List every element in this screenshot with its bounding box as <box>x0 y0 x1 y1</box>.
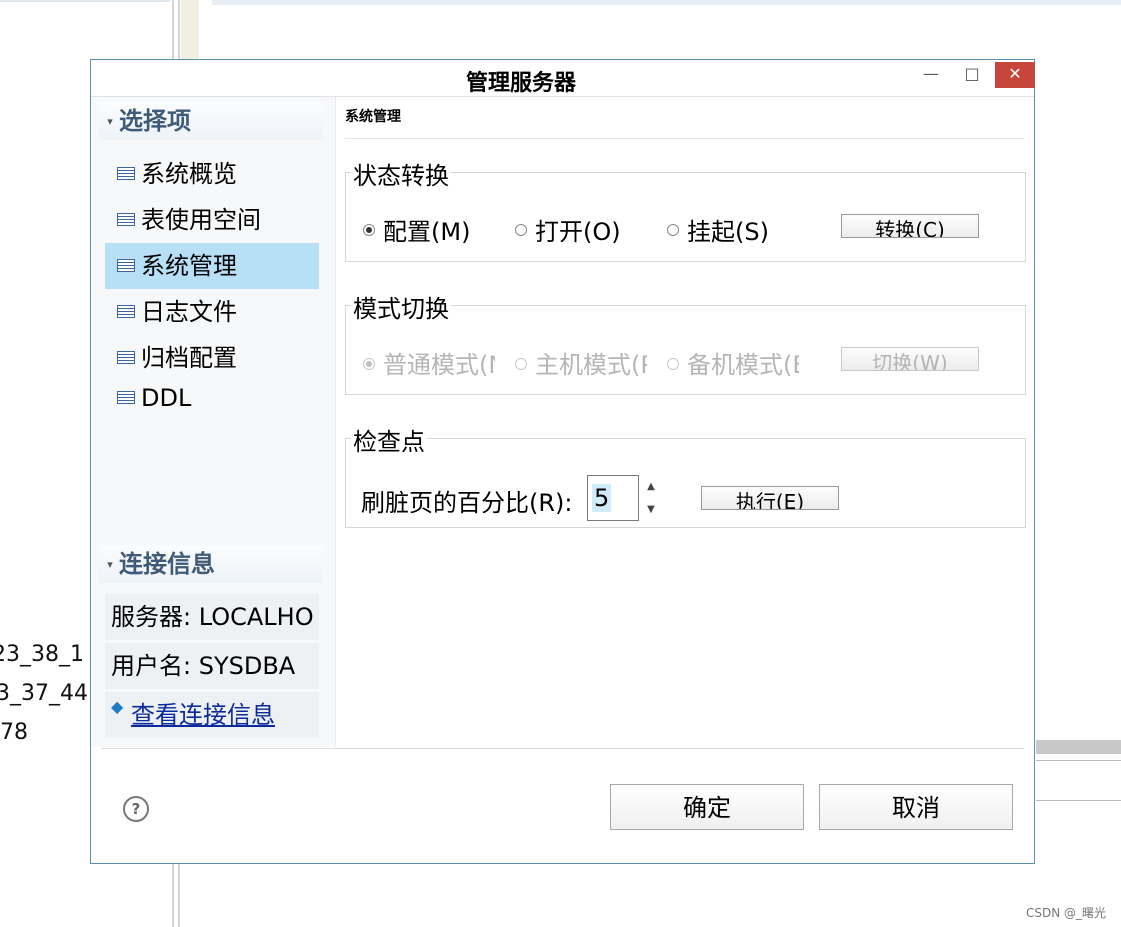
radio-open[interactable]: 打开(O) <box>515 212 621 247</box>
nav-section-title: 选择项 <box>119 107 191 135</box>
radio-button-checked[interactable] <box>363 358 375 370</box>
stepper-down-icon[interactable]: ▼ <box>639 498 663 521</box>
convert-button[interactable]: 转换(C) <box>841 214 979 238</box>
stepper-up-icon[interactable]: ▲ <box>639 475 663 498</box>
radio-button-checked[interactable] <box>363 224 375 236</box>
view-connection-info[interactable]: ◆ 查看连接信息 <box>105 692 319 738</box>
radio-label: 主机模式(P <box>535 351 647 379</box>
maximize-icon[interactable]: □ <box>957 62 987 88</box>
nav-item-ddl[interactable]: DDL <box>105 381 319 415</box>
background-top-line <box>0 0 170 2</box>
nav-item-label: 归档配置 <box>141 344 237 372</box>
nav-item-system-overview[interactable]: 系统概览 <box>105 151 319 197</box>
list-icon <box>117 212 135 226</box>
dialog-title: 管理服务器 <box>465 71 576 96</box>
ok-button[interactable]: 确定 <box>610 784 804 830</box>
background-divider <box>1036 760 1121 761</box>
list-icon <box>117 304 135 318</box>
switch-button[interactable]: 切换(W) <box>841 347 979 371</box>
radio-button[interactable] <box>667 224 679 236</box>
list-icon <box>117 350 135 364</box>
server-info: 服务器: LOCALHO <box>105 594 319 640</box>
mode-switch-label: 模式切换 <box>351 289 451 324</box>
radio-label: 挂起(S) <box>687 218 769 246</box>
nav-item-label: 系统管理 <box>141 252 237 280</box>
nav-item-label: 表使用空间 <box>141 206 261 234</box>
nav-item-archive-config[interactable]: 归档配置 <box>105 335 319 381</box>
background-toolbar-strip <box>212 0 1121 5</box>
collapse-arrow-icon[interactable]: ▾ <box>101 546 119 584</box>
divider <box>345 138 1025 139</box>
nav-item-label: DDL <box>141 384 192 412</box>
user-info: 用户名: SYSDBA <box>105 643 319 689</box>
background-panel <box>181 0 199 60</box>
background-scrollbar[interactable] <box>1036 740 1121 754</box>
list-icon <box>117 166 135 180</box>
list-icon <box>117 258 135 272</box>
flush-percent-value: 5 <box>592 484 612 512</box>
connection-icon: ◆ <box>111 697 124 716</box>
connection-section-header[interactable]: ▾ 连接信息 <box>99 545 323 583</box>
radio-label: 配置(M) <box>383 218 471 246</box>
nav-item-system-management[interactable]: 系统管理 <box>105 243 319 289</box>
background-text: 3_37_44 <box>0 681 88 706</box>
minimize-icon[interactable]: — <box>917 62 945 88</box>
radio-normal-mode[interactable]: 普通模式(N <box>363 345 495 380</box>
radio-primary-mode[interactable]: 主机模式(P <box>515 345 647 380</box>
nav-item-table-space[interactable]: 表使用空间 <box>105 197 319 243</box>
nav-item-label: 系统概览 <box>141 160 237 188</box>
radio-config[interactable]: 配置(M) <box>363 212 470 247</box>
flush-percent-input[interactable]: 5 <box>587 475 639 521</box>
radio-suspend[interactable]: 挂起(S) <box>667 212 769 247</box>
list-icon <box>117 390 135 404</box>
background-text: 23_38_1 <box>0 642 84 667</box>
flush-percent-label: 刷脏页的百分比(R): <box>361 489 573 517</box>
state-transition-label: 状态转换 <box>351 156 451 191</box>
radio-button[interactable] <box>515 358 527 370</box>
watermark: CSDN @_曙光 <box>1026 906 1107 920</box>
nav-item-log-files[interactable]: 日志文件 <box>105 289 319 335</box>
radio-label: 备机模式(B <box>687 351 799 379</box>
radio-button[interactable] <box>667 358 679 370</box>
cancel-button[interactable]: 取消 <box>819 784 1013 830</box>
execute-button[interactable]: 执行(E) <box>701 486 839 510</box>
divider <box>335 97 336 747</box>
checkpoint-label: 检查点 <box>351 422 427 457</box>
help-icon[interactable]: ? <box>123 796 149 822</box>
radio-button[interactable] <box>515 224 527 236</box>
manage-server-dialog: 管理服务器 — □ ✕ ▾ 选择项 系统概览 表使用空间 系统管理 日志文件 归档… <box>90 59 1035 864</box>
radio-standby-mode[interactable]: 备机模式(B <box>667 345 799 380</box>
background-text: 78 <box>0 720 28 745</box>
close-icon[interactable]: ✕ <box>995 62 1035 88</box>
view-connection-link[interactable]: 查看连接信息 <box>131 701 275 729</box>
background-divider <box>1036 800 1121 801</box>
nav-item-label: 日志文件 <box>141 298 237 326</box>
flush-percent-stepper[interactable]: ▲ ▼ <box>639 475 663 521</box>
radio-label: 打开(O) <box>535 218 621 246</box>
collapse-arrow-icon[interactable]: ▾ <box>101 103 119 141</box>
title-bar[interactable]: 管理服务器 — □ ✕ <box>91 60 1035 96</box>
radio-label: 普通模式(N <box>383 351 495 379</box>
connection-section-title: 连接信息 <box>119 550 215 578</box>
content-title: 系统管理 <box>345 109 401 125</box>
divider <box>101 748 1024 749</box>
nav-list: 系统概览 表使用空间 系统管理 日志文件 归档配置 DDL <box>105 151 319 415</box>
nav-section-header[interactable]: ▾ 选择项 <box>99 102 323 140</box>
left-panel: ▾ 选择项 系统概览 表使用空间 系统管理 日志文件 归档配置 DDL ▾ 连接信息… <box>91 97 335 747</box>
